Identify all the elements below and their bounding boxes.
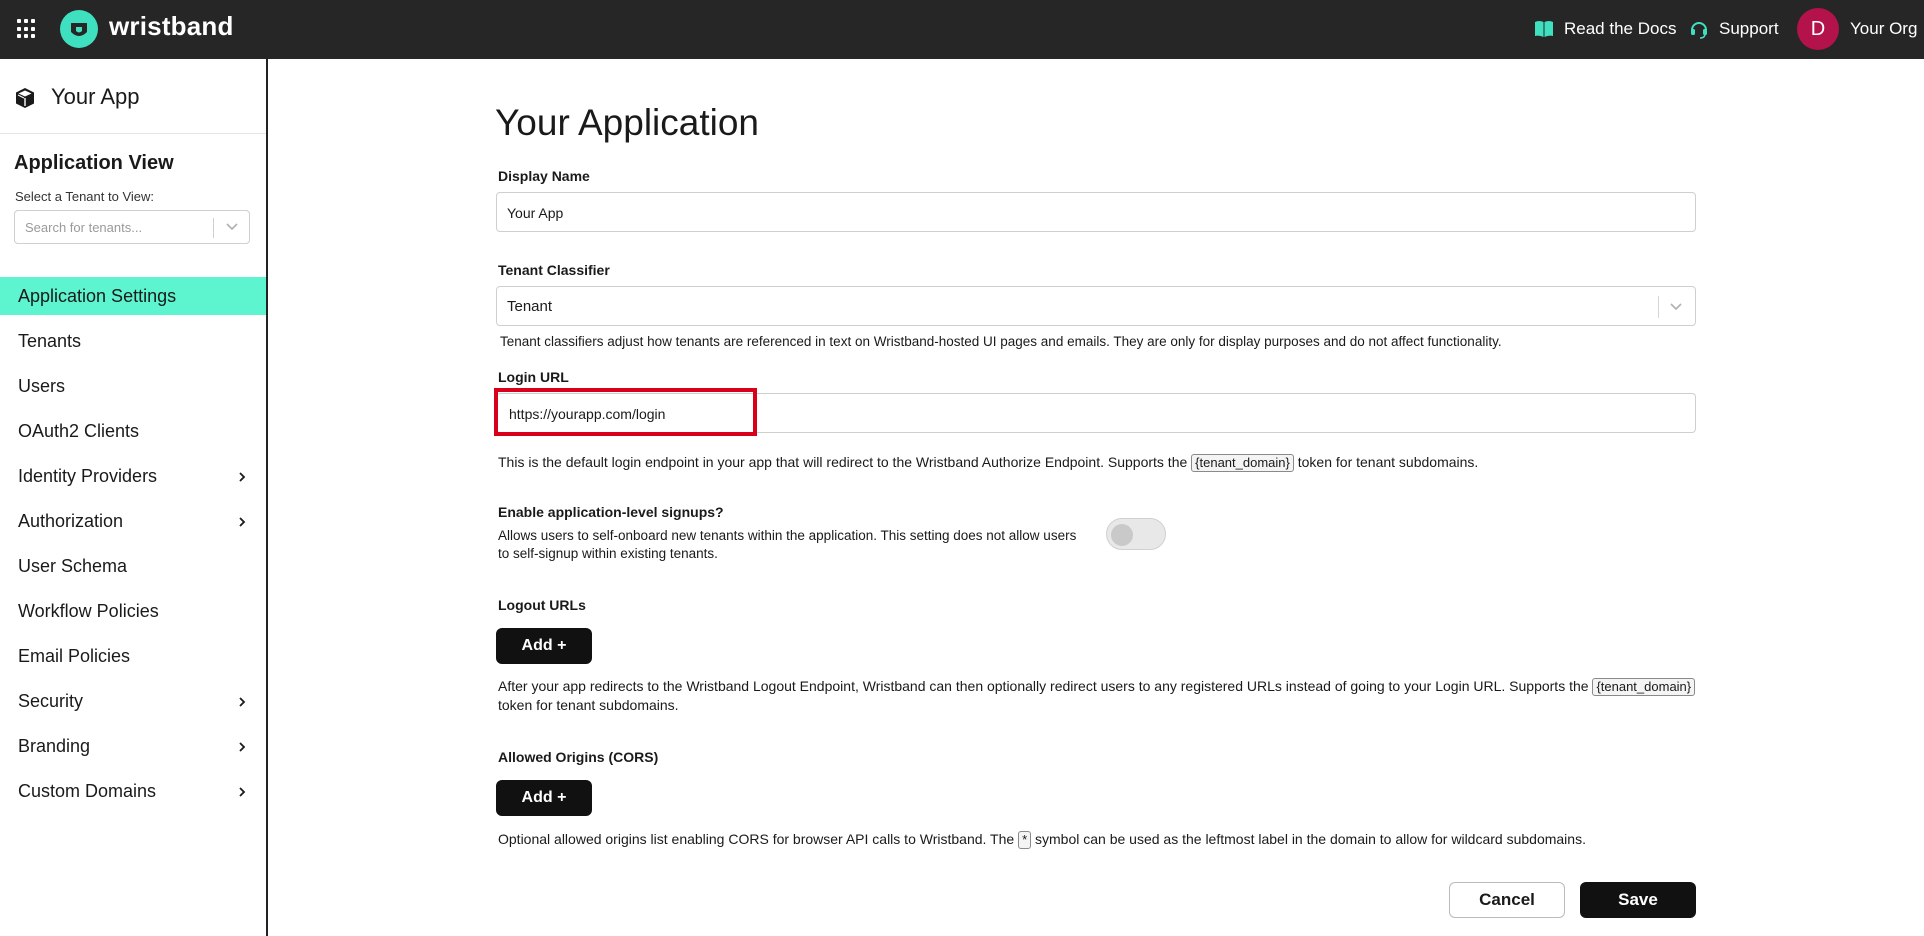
sidebar-item-label: Authorization <box>18 511 124 531</box>
read-the-docs-link[interactable]: Read the Docs <box>1534 19 1676 39</box>
sidebar-item-label: Custom Domains <box>18 781 157 801</box>
logout-urls-help-suffix: token for tenant subdomains. <box>498 697 679 713</box>
cancel-button[interactable]: Cancel <box>1449 882 1565 918</box>
sidebar-item-identity-providers[interactable]: Identity Providers <box>0 457 266 495</box>
tenant-classifier-select[interactable]: Tenant <box>496 286 1696 326</box>
sidebar-item-tenants[interactable]: Tenants <box>0 322 266 360</box>
chevron-right-icon <box>239 472 246 482</box>
headset-icon <box>1691 22 1707 39</box>
login-url-help-text: This is the default login endpoint in yo… <box>498 454 1188 470</box>
tenant-classifier-value: Tenant <box>507 298 553 315</box>
sidebar-item-security[interactable]: Security <box>0 682 266 720</box>
brand-name[interactable]: wristband <box>109 11 234 42</box>
tenant-search-placeholder: Search for tenants... <box>25 220 143 235</box>
select-separator <box>213 218 214 238</box>
signups-toggle[interactable] <box>1106 518 1166 550</box>
logout-urls-help: After your app redirects to the Wristban… <box>498 677 1698 715</box>
tenant-select-label: Select a Tenant to View: <box>15 189 155 204</box>
add-logout-url-button[interactable]: Add + <box>496 628 592 664</box>
sidebar-item-label: Security <box>18 691 84 711</box>
chevron-right-icon <box>239 517 246 527</box>
sidebar-item-label: User Schema <box>18 556 128 576</box>
signups-help-line-2: to self-signup within existing tenants. <box>498 546 718 561</box>
signups-label: Enable application-level signups? <box>498 504 724 520</box>
sidebar-item-users[interactable]: Users <box>0 367 266 405</box>
logout-urls-label: Logout URLs <box>498 597 586 613</box>
top-bar: wristband Read the Docs Support D Your O… <box>0 0 1924 59</box>
sidebar-item-label: Application Settings <box>18 286 177 306</box>
sidebar-item-workflow-policies[interactable]: Workflow Policies <box>0 592 266 630</box>
sidebar-item-user-schema[interactable]: User Schema <box>0 547 266 585</box>
signups-help-line-1: Allows users to self-onboard new tenants… <box>498 528 1077 543</box>
display-name-value: Your App <box>507 205 564 221</box>
cors-label: Allowed Origins (CORS) <box>498 749 659 765</box>
cors-help: Optional allowed origins list enabling C… <box>498 830 1586 849</box>
chevron-right-icon <box>239 787 246 797</box>
chevron-right-icon <box>239 697 246 707</box>
tenant-search-select[interactable]: Search for tenants... <box>14 210 250 244</box>
tenant-classifier-help: Tenant classifiers adjust how tenants ar… <box>500 334 1502 349</box>
application-view-title: Application View <box>14 152 174 174</box>
sidebar-item-oauth2-clients[interactable]: OAuth2 Clients <box>0 412 266 450</box>
sidebar-app-header: Your App <box>0 59 266 134</box>
app-grid-icon[interactable] <box>17 19 37 39</box>
sidebar-item-custom-domains[interactable]: Custom Domains <box>0 772 266 810</box>
chevron-down-icon[interactable] <box>1669 302 1683 312</box>
sidebar-item-email-policies[interactable]: Email Policies <box>0 637 266 675</box>
save-button[interactable]: Save <box>1580 882 1696 918</box>
cors-help-suffix: symbol can be used as the leftmost label… <box>1035 831 1586 847</box>
sidebar-item-label: Tenants <box>18 331 82 351</box>
cors-help-text: Optional allowed origins list enabling C… <box>498 831 1015 847</box>
add-cors-origin-button[interactable]: Add + <box>496 780 592 816</box>
page-title: Your Application <box>495 102 760 143</box>
select-separator <box>1658 296 1659 318</box>
sidebar-item-application-settings[interactable]: Application Settings <box>0 277 266 315</box>
sidebar-nav: Application Settings Tenants Users OAuth2 C… <box>0 277 266 817</box>
support-link[interactable]: Support <box>1689 19 1779 39</box>
wildcard-token: * <box>1018 831 1032 849</box>
sidebar-item-label: OAuth2 Clients <box>18 421 140 441</box>
chevron-right-icon <box>239 742 246 752</box>
sidebar-item-branding[interactable]: Branding <box>0 727 266 765</box>
chevron-down-icon[interactable] <box>225 222 239 232</box>
login-url-help-suffix: token for tenant subdomains. <box>1297 454 1479 470</box>
display-name-input[interactable]: Your App <box>496 192 1696 232</box>
wristband-logo-icon <box>60 10 98 48</box>
login-url-help: This is the default login endpoint in yo… <box>498 453 1478 472</box>
tenant-domain-token: {tenant_domain} <box>1592 678 1696 696</box>
login-url-label: Login URL <box>498 369 569 385</box>
sidebar-item-label: Identity Providers <box>18 466 158 486</box>
login-url-highlight-box <box>494 388 757 436</box>
sidebar-item-label: Users <box>18 376 66 396</box>
read-the-docs-label: Read the Docs <box>1564 19 1677 38</box>
sidebar: Your App Application View Select a Tenan… <box>0 59 268 936</box>
signups-help: Allows users to self-onboard new tenants… <box>498 527 1076 563</box>
sidebar-item-authorization[interactable]: Authorization <box>0 502 266 540</box>
sidebar-item-label: Email Policies <box>18 646 131 666</box>
org-name[interactable]: Your Org <box>1850 19 1917 39</box>
sidebar-item-label: Workflow Policies <box>18 601 159 621</box>
tenant-classifier-label: Tenant Classifier <box>498 262 610 278</box>
cube-icon <box>16 88 34 108</box>
tenant-domain-token: {tenant_domain} <box>1191 454 1294 472</box>
support-label: Support <box>1719 19 1779 38</box>
book-icon <box>1535 21 1553 37</box>
sidebar-item-label: Branding <box>18 736 91 756</box>
logout-urls-help-text: After your app redirects to the Wristban… <box>498 678 1589 694</box>
toggle-knob <box>1111 524 1133 546</box>
user-avatar[interactable]: D <box>1797 8 1839 50</box>
sidebar-app-name: Your App <box>51 84 140 109</box>
display-name-label: Display Name <box>498 168 590 184</box>
